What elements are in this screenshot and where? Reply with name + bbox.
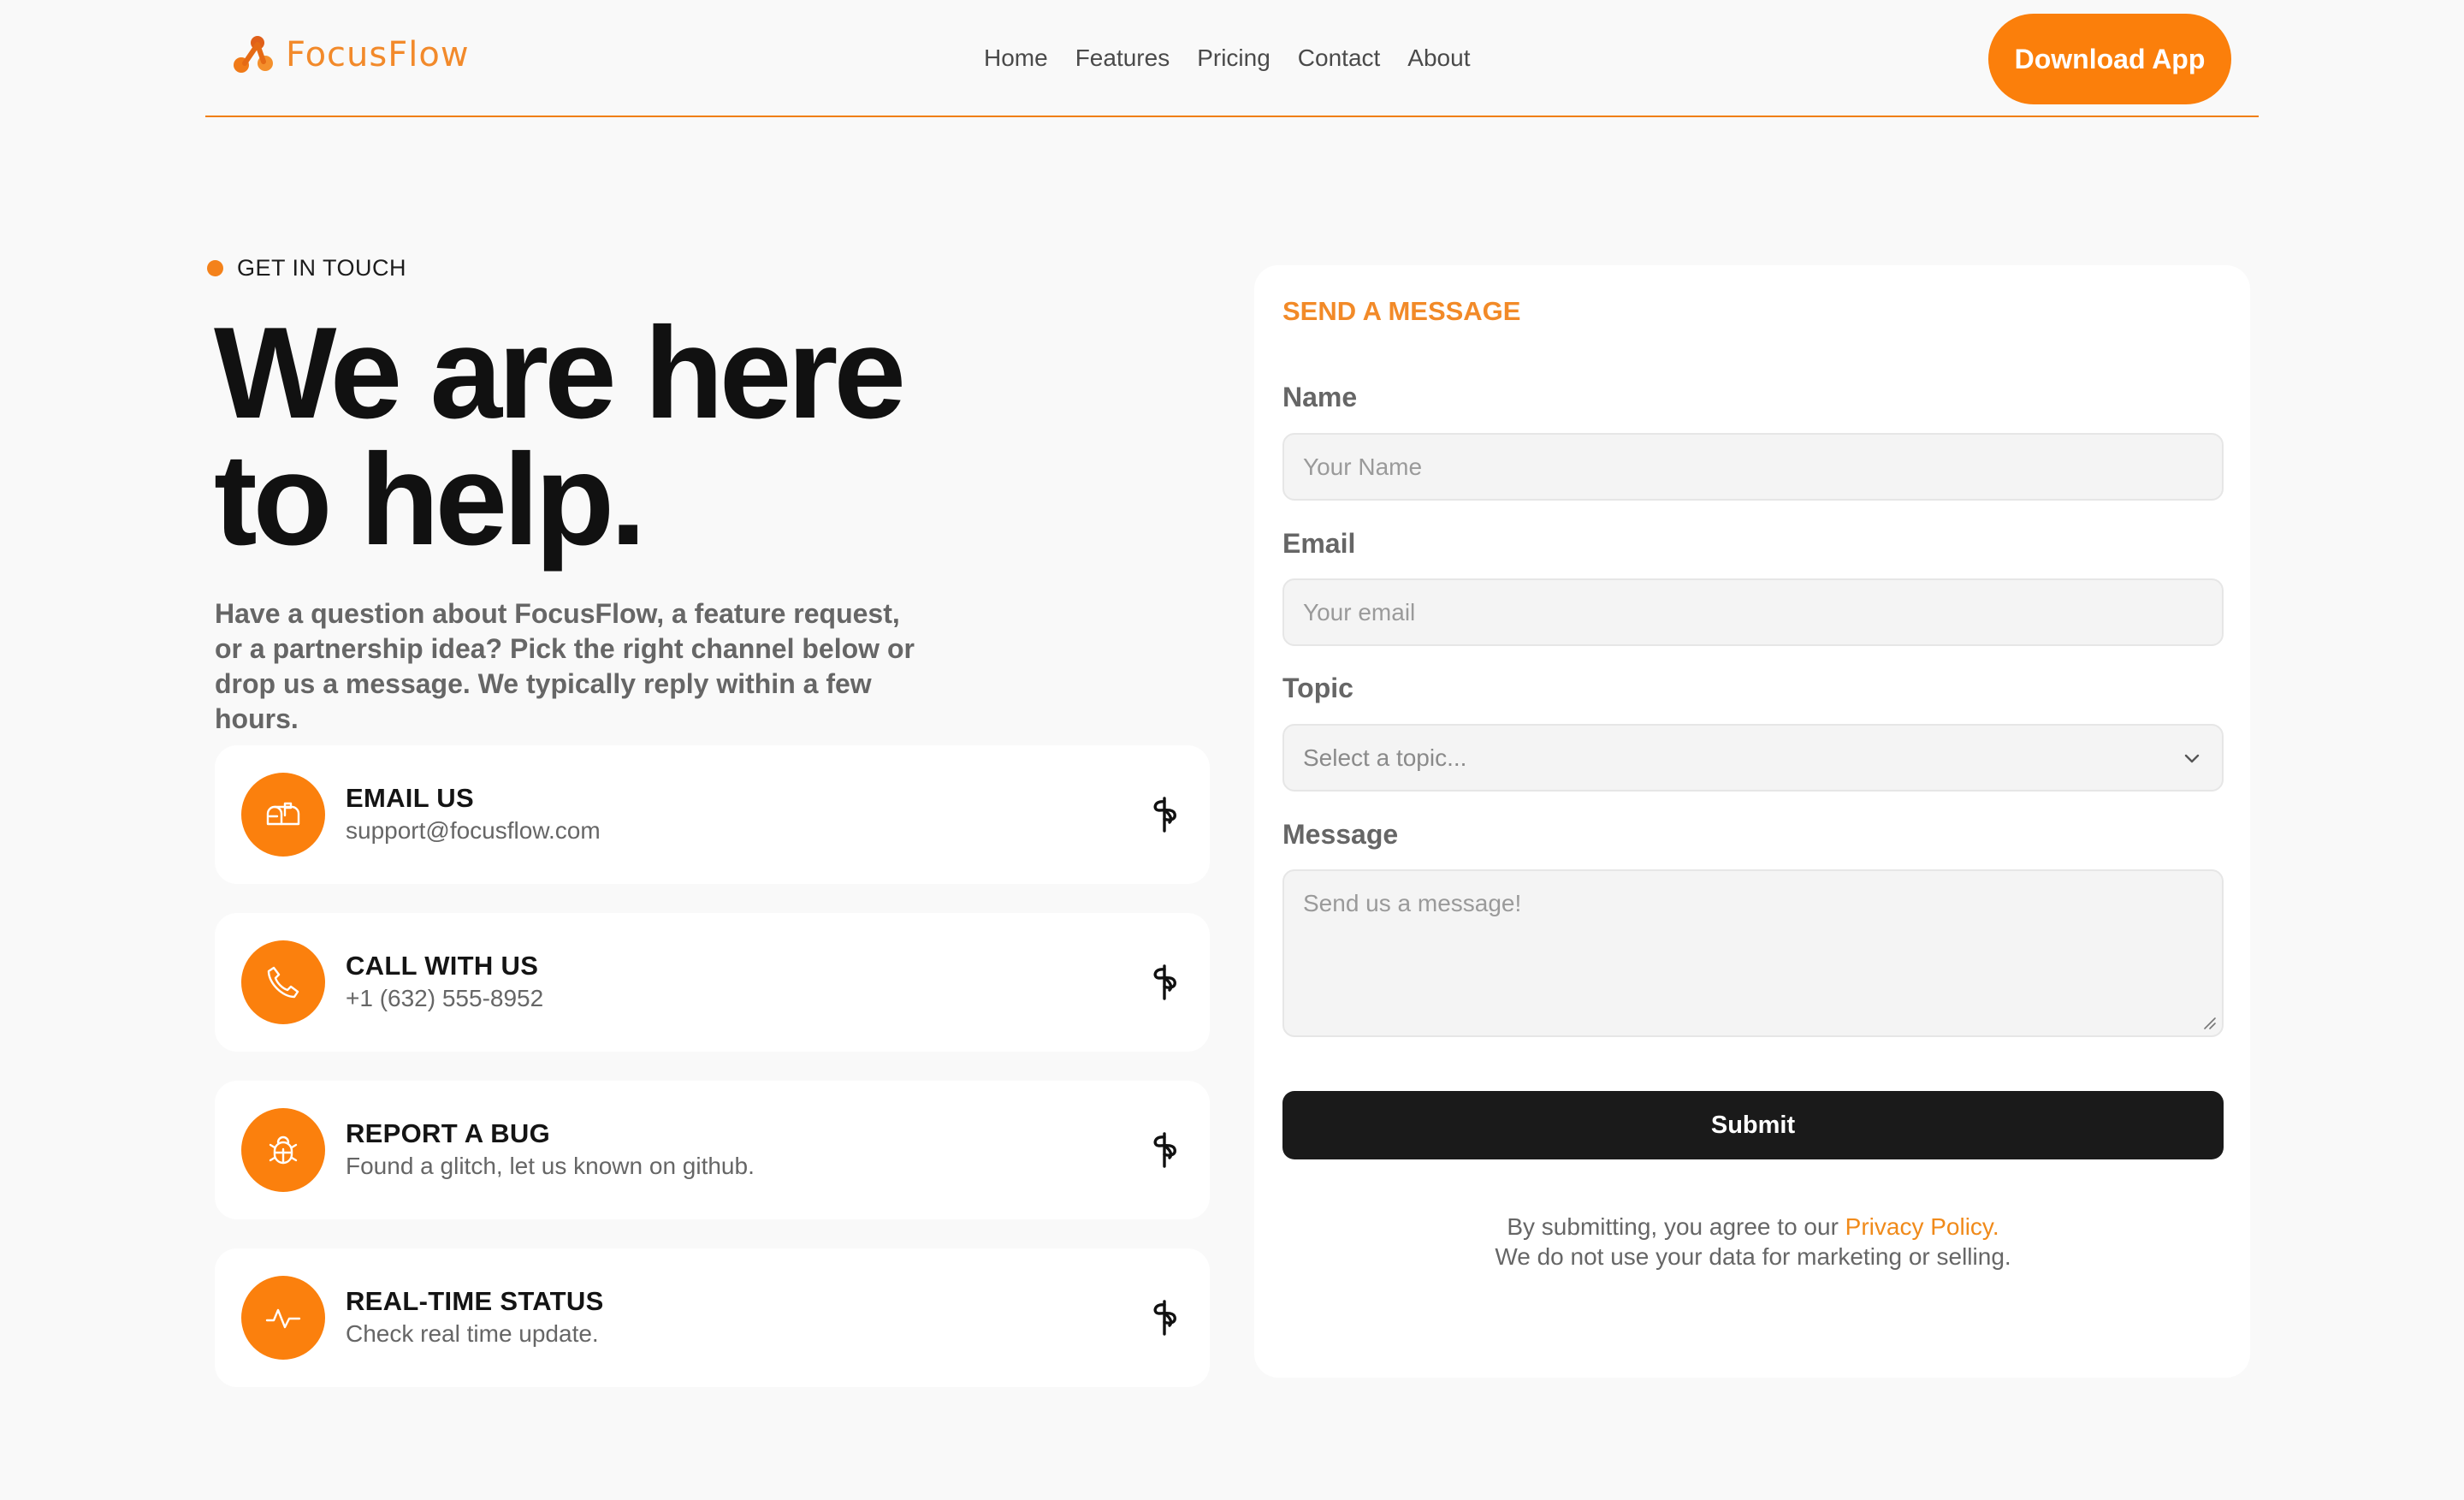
brand-name: FocusFlow — [286, 35, 470, 74]
channel-subtitle: Found a glitch, let us known on github. — [346, 1153, 755, 1179]
topic-label: Topic — [1282, 673, 1353, 703]
eyebrow-text: GET IN TOUCH — [237, 255, 407, 281]
nav-about[interactable]: About — [1407, 41, 1470, 75]
channel-card-email[interactable]: EMAIL US support@focusflow.com — [215, 745, 1210, 884]
activity-icon — [265, 1308, 301, 1329]
channel-title: CALL WITH US — [346, 951, 539, 981]
topic-selected: Select a topic... — [1303, 744, 1467, 771]
external-link-icon[interactable] — [1145, 962, 1184, 1003]
resize-handle-icon[interactable] — [2201, 1015, 2217, 1030]
channel-title: REAL-TIME STATUS — [346, 1286, 604, 1316]
focusflow-logo-icon — [234, 36, 273, 73]
nav-contact[interactable]: Contact — [1298, 41, 1381, 75]
nav-pricing[interactable]: Pricing — [1197, 41, 1270, 75]
contact-page: FocusFlow Home Features Pricing Contact … — [0, 0, 2464, 1500]
activity-icon-badge — [241, 1276, 325, 1360]
email-label: Email — [1282, 528, 1356, 559]
hero-description: Have a question about FocusFlow, a featu… — [215, 598, 915, 734]
bug-icon-badge — [241, 1108, 325, 1192]
eyebrow: GET IN TOUCH — [207, 255, 406, 282]
message-wrapper — [1282, 869, 2224, 1037]
message-textarea[interactable] — [1282, 869, 2224, 1037]
external-link-icon[interactable] — [1145, 1129, 1184, 1171]
submit-button[interactable]: Submit — [1282, 1091, 2224, 1159]
main-nav: Home Features Pricing Contact About — [984, 41, 1470, 75]
page-title: We are here to help. — [214, 308, 1069, 565]
privacy-policy-link[interactable]: Privacy Policy. — [1845, 1213, 1999, 1240]
brand-logo[interactable]: FocusFlow — [231, 33, 470, 77]
eyebrow-dot — [207, 260, 223, 276]
legal-prefix: By submitting, you agree to our — [1507, 1213, 1845, 1240]
channel-card-bug[interactable]: REPORT A BUG Found a glitch, let us know… — [215, 1081, 1210, 1219]
nav-home[interactable]: Home — [984, 41, 1048, 75]
channel-title: REPORT A BUG — [346, 1118, 550, 1148]
download-app-button[interactable]: Download App — [1988, 14, 2231, 104]
phone-icon-badge — [241, 940, 325, 1024]
name-label: Name — [1282, 382, 1358, 412]
chevron-down-icon — [2184, 754, 2200, 762]
form-heading: SEND A MESSAGE — [1282, 296, 1521, 326]
name-input[interactable] — [1282, 433, 2224, 501]
channel-card-status[interactable]: REAL-TIME STATUS Check real time update. — [215, 1248, 1210, 1387]
channel-subtitle: support@focusflow.com — [346, 817, 601, 844]
channel-subtitle: +1 (632) 555-8952 — [346, 985, 544, 1011]
external-link-icon[interactable] — [1145, 794, 1184, 835]
contact-form: SEND A MESSAGE Name Email Topic Select a… — [1254, 265, 2250, 1378]
topic-select[interactable]: Select a topic... — [1282, 724, 2224, 792]
mailbox-icon-badge — [241, 773, 325, 857]
channel-subtitle: Check real time update. — [346, 1320, 599, 1347]
message-label: Message — [1282, 819, 1399, 850]
legal-notice: By submitting, you agree to our Privacy … — [1282, 1212, 2224, 1272]
channel-title: EMAIL US — [346, 783, 474, 813]
site-header: FocusFlow Home Features Pricing Contact … — [205, 0, 2259, 117]
bug-icon — [269, 1135, 298, 1165]
email-input[interactable] — [1282, 578, 2224, 646]
title-line-1: We are here — [214, 300, 906, 446]
external-link-icon[interactable] — [1145, 1297, 1184, 1338]
nav-features[interactable]: Features — [1075, 41, 1170, 75]
phone-icon — [267, 966, 299, 999]
channel-card-call[interactable]: CALL WITH US +1 (632) 555-8952 — [215, 913, 1210, 1052]
title-line-2: to help. — [214, 427, 646, 572]
mailbox-icon — [266, 802, 300, 826]
legal-line-2: We do not use your data for marketing or… — [1495, 1243, 2011, 1270]
